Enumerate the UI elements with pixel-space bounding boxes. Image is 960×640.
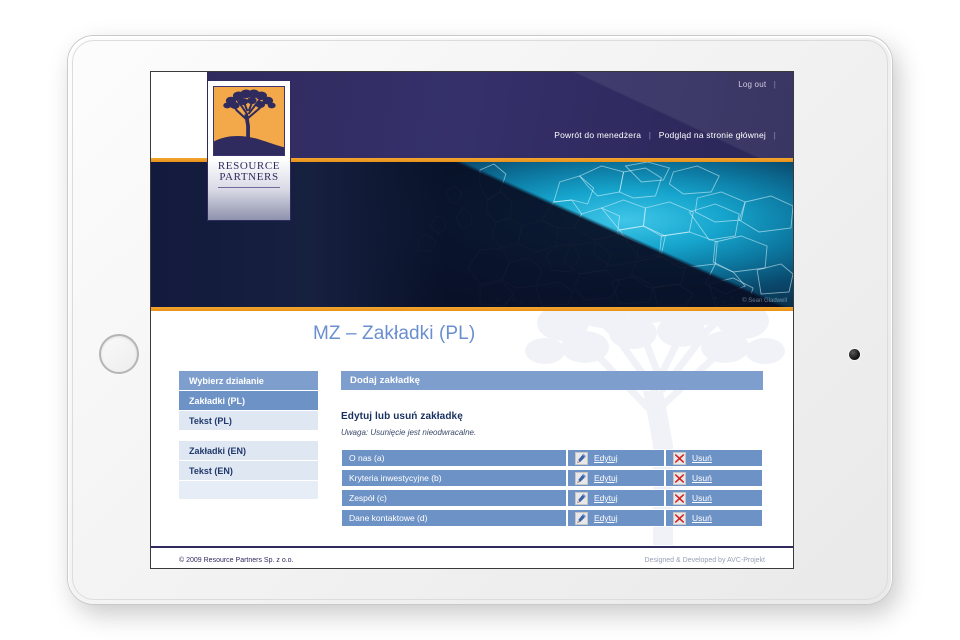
row-edit-cell[interactable]: Edytuj	[567, 449, 665, 467]
site-logo[interactable]: RESOURCE PARTNERS	[207, 80, 291, 221]
edit-link[interactable]: Edytuj	[594, 493, 618, 503]
row-label: Dane kontaktowe (d)	[341, 509, 567, 527]
tabs-table-body: O nas (a) Edytuj Usuń Kryteria inwestycy…	[341, 449, 763, 527]
page-body: MZ – Zakładki (PL) Wybierz działanie Zak…	[151, 311, 793, 546]
delete-link[interactable]: Usuń	[692, 453, 712, 463]
logout-separator: |	[773, 80, 776, 89]
site-footer: © 2009 Resource Partners Sp. z o.o. Desi…	[151, 546, 793, 568]
delete-link[interactable]: Usuń	[692, 493, 712, 503]
sidebar-item-tekst-en[interactable]: Tekst (EN)	[179, 461, 318, 481]
logout-row: Log out |	[738, 80, 781, 89]
tablet-device-frame: Log out | Powrót do menedżera | Podgląd …	[68, 36, 892, 604]
sidebar-item-zakladki-pl[interactable]: Zakładki (PL)	[179, 391, 318, 411]
row-delete-cell[interactable]: Usuń	[665, 509, 763, 527]
pencil-icon	[575, 451, 588, 465]
sidebar: Wybierz działanie Zakładki (PL) Tekst (P…	[179, 371, 318, 499]
footer-credit: Designed & Developed by AVC-Projekt	[644, 557, 766, 564]
tabs-table: O nas (a) Edytuj Usuń Kryteria inwestycy…	[341, 447, 763, 529]
sidebar-filler	[179, 481, 318, 499]
edit-link[interactable]: Edytuj	[594, 453, 618, 463]
banner-left-fade	[151, 162, 447, 307]
row-edit-cell[interactable]: Edytuj	[567, 509, 665, 527]
nav-separator-2: |	[773, 130, 776, 140]
row-edit-cell[interactable]: Edytuj	[567, 489, 665, 507]
sidebar-item-tekst-pl[interactable]: Tekst (PL)	[179, 411, 318, 431]
close-icon	[673, 471, 686, 485]
table-row: Kryteria inwestycyjne (b) Edytuj Usuń	[341, 469, 763, 487]
table-row: O nas (a) Edytuj Usuń	[341, 449, 763, 467]
camera-icon	[849, 349, 860, 360]
footer-copyright: © 2009 Resource Partners Sp. z o.o.	[179, 557, 294, 564]
logout-link[interactable]: Log out	[738, 80, 766, 89]
header-nav: Powrót do menedżera | Podgląd na stronie…	[554, 130, 781, 140]
row-delete-cell[interactable]: Usuń	[665, 449, 763, 467]
pencil-icon	[575, 491, 588, 505]
table-row: Dane kontaktowe (d) Edytuj Usuń	[341, 509, 763, 527]
home-button[interactable]	[99, 334, 139, 374]
pencil-icon	[575, 511, 588, 525]
row-label: Kryteria inwestycyjne (b)	[341, 469, 567, 487]
nav-separator-1: |	[648, 130, 652, 140]
logo-wordmark-rule	[218, 186, 280, 188]
delete-link[interactable]: Usuń	[692, 473, 712, 483]
row-delete-cell[interactable]: Usuń	[665, 469, 763, 487]
section-note: Uwaga: Usunięcie jest nieodwracalne.	[341, 428, 477, 437]
banner-credit: © Sean Gladwell	[742, 298, 787, 304]
row-label: O nas (a)	[341, 449, 567, 467]
edit-link[interactable]: Edytuj	[594, 513, 618, 523]
close-icon	[673, 511, 686, 525]
table-row: Zespół (c) Edytuj Usuń	[341, 489, 763, 507]
page-title: MZ – Zakładki (PL)	[313, 323, 476, 344]
section-title: Edytuj lub usuń zakładkę	[341, 411, 463, 422]
main-panel: Dodaj zakładkę Edytuj lub usuń zakładkę …	[341, 371, 763, 529]
row-edit-cell[interactable]: Edytuj	[567, 469, 665, 487]
nav-link-back-to-manager[interactable]: Powrót do menedżera	[554, 130, 641, 140]
header-logo-gap	[151, 72, 207, 158]
row-label: Zespół (c)	[341, 489, 567, 507]
nav-link-preview-homepage[interactable]: Podgląd na stronie głównej	[659, 130, 766, 140]
tree-icon	[213, 86, 285, 156]
close-icon	[673, 451, 686, 465]
logo-wordmark: RESOURCE PARTNERS	[208, 160, 290, 188]
row-delete-cell[interactable]: Usuń	[665, 489, 763, 507]
sidebar-item-zakladki-en[interactable]: Zakładki (EN)	[179, 441, 318, 461]
close-icon	[673, 491, 686, 505]
pencil-icon	[575, 471, 588, 485]
add-tab-button[interactable]: Dodaj zakładkę	[341, 371, 763, 390]
edit-link[interactable]: Edytuj	[594, 473, 618, 483]
logo-wordmark-line2: PARTNERS	[219, 171, 279, 184]
sidebar-heading: Wybierz działanie	[179, 371, 318, 391]
delete-link[interactable]: Usuń	[692, 513, 712, 523]
screen-viewport: Log out | Powrót do menedżera | Podgląd …	[150, 71, 794, 569]
